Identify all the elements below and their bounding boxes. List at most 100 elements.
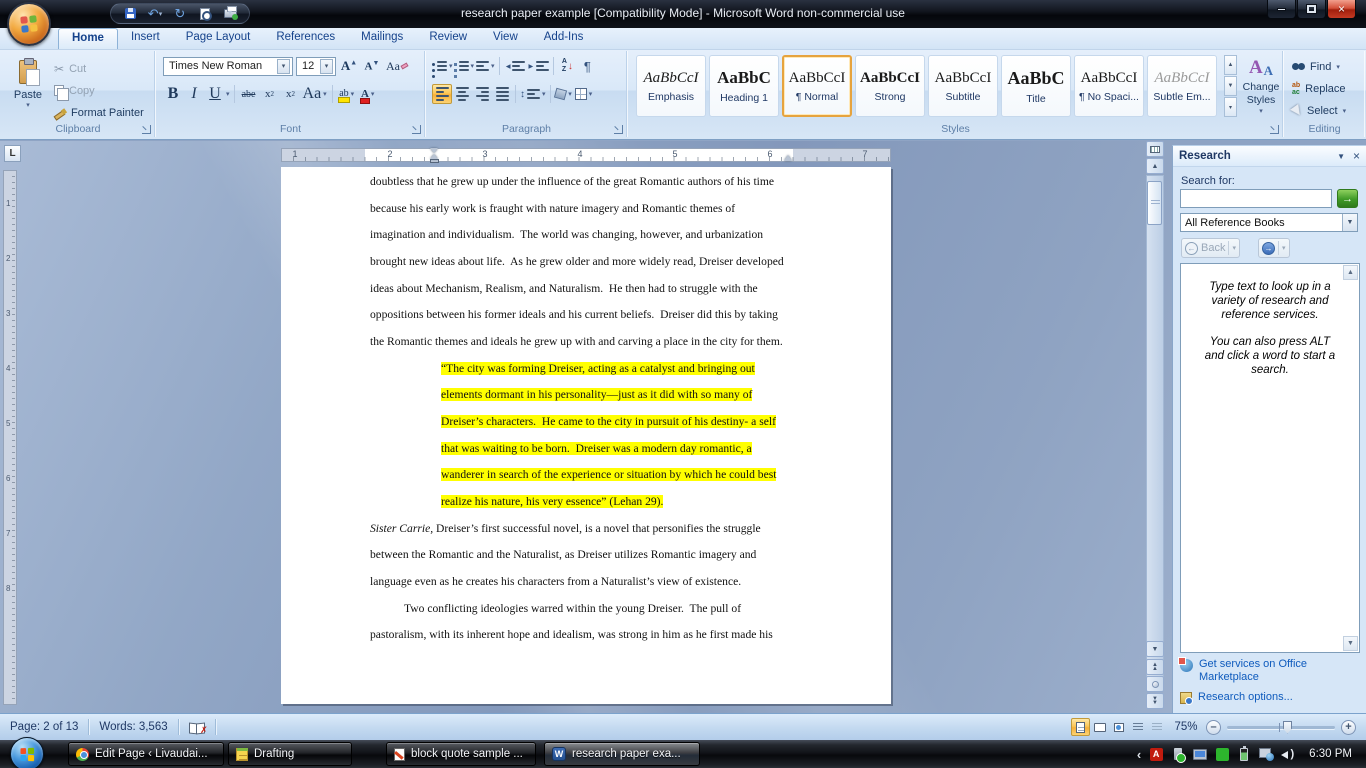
block-quote-line[interactable]: “The city was forming Dreiser, acting as… [441,356,870,383]
cut-button[interactable]: ✂ Cut [54,59,86,78]
tab-page-layout[interactable]: Page Layout [173,28,264,49]
style-subtle-emphasis[interactable]: AaBbCcI Subtle Em... [1147,55,1217,117]
taskbar-task-word[interactable]: W research paper exa... [544,742,700,766]
display-tray-icon[interactable] [1193,747,1208,761]
numbering-button[interactable]: ▾ [453,56,476,78]
tab-home[interactable]: Home [58,28,118,49]
horizontal-ruler[interactable]: 1 2 3 4 5 6 7 [281,148,891,164]
decrease-indent-button[interactable]: ▲ [503,56,527,76]
block-quote-line[interactable]: elements dormant in his personality—just… [441,382,870,409]
scrollbar-thumb[interactable] [1147,181,1162,225]
security-check-tray-icon[interactable] [1215,747,1229,761]
shrink-font-button[interactable]: A▼ [362,56,382,76]
marketplace-link[interactable]: Get services on Office Marketplace [1178,657,1362,684]
pane-menu-button[interactable]: ▼ [1337,152,1345,161]
forward-dropdown-icon[interactable]: ▾ [1277,241,1286,255]
multilevel-list-button[interactable]: ▾ [475,56,496,76]
block-quote-line[interactable]: realize his nature, his very essence” (L… [441,489,870,516]
pane-close-button[interactable]: × [1353,150,1360,162]
block-quote-line[interactable]: wanderer in search of the experience or … [441,462,870,489]
style-strong[interactable]: AaBbCcI Strong [855,55,925,117]
font-color-button[interactable]: A ▾ [358,84,378,104]
font-dialog-launcher[interactable] [412,125,421,134]
gallery-up-button[interactable]: ▲ [1224,55,1237,75]
text-line[interactable]: pastoralism, with its inherent hope and … [370,622,870,649]
text-line[interactable]: doubtless that he grew up under the infl… [370,169,870,196]
copy-button[interactable]: Copy [54,81,95,101]
scroll-up-button[interactable]: ▲ [1146,158,1164,174]
subscript-button[interactable]: x2 [260,84,280,104]
highlight-dropdown-icon[interactable]: ▾ [351,90,355,98]
previous-page-button[interactable]: ▲ ▲ [1146,659,1164,675]
block-quote-line[interactable]: that was waiting to be born. Dreiser was… [441,436,870,463]
acrobat-tray-icon[interactable]: A [1149,747,1163,761]
style-subtitle[interactable]: AaBbCcI Subtitle [928,55,998,117]
underline-button[interactable]: U [205,84,225,104]
gallery-down-button[interactable]: ▼ [1224,76,1237,96]
network-tray-icon[interactable] [1259,747,1275,761]
text-line[interactable]: ideas about Mechanism, Realism, and Natu… [370,276,870,303]
format-painter-button[interactable]: Format Painter [54,103,144,122]
results-scroll-up-button[interactable]: ▲ [1343,265,1358,280]
web-layout-view-button[interactable] [1109,718,1128,736]
text-line[interactable]: the Romantic themes and ideals he grew u… [370,329,870,356]
text-line[interactable]: Sister Carrie, Dreiser’s first successfu… [370,516,870,543]
taskbar-task-browser[interactable]: Edit Page ‹ Livaudai... [68,742,224,766]
font-family-dropdown-icon[interactable]: ▾ [277,58,290,74]
style-heading1[interactable]: AaBbC Heading 1 [709,55,779,117]
tab-stop-selector[interactable]: L [4,145,21,162]
indent-marker-left[interactable] [430,148,439,164]
line-spacing-button[interactable]: ↕ ▾ [519,84,547,104]
start-button[interactable] [10,737,44,768]
styles-dialog-launcher[interactable] [1270,125,1279,134]
close-button[interactable]: × [1327,0,1356,19]
minimize-button[interactable] [1267,0,1296,19]
outline-view-button[interactable] [1128,718,1147,736]
change-case-button[interactable]: Aa ▾ [302,84,328,104]
align-right-button[interactable] [472,84,492,104]
bullets-button[interactable]: ▾ [432,56,454,78]
draft-view-button[interactable] [1147,718,1166,736]
multilevel-dropdown-icon[interactable]: ▾ [491,62,495,70]
zoom-level[interactable]: 75% [1172,721,1200,733]
gallery-more-button[interactable]: ▾ [1224,97,1237,117]
tab-view[interactable]: View [480,28,531,49]
scroll-down-button[interactable]: ▼ [1146,641,1164,657]
paste-button[interactable]: Paste ▾ [7,55,49,119]
increase-indent-button[interactable]: ▲ [526,56,550,76]
text-line[interactable]: between the Romantic and the Naturalist,… [370,542,870,569]
justify-button[interactable] [492,84,512,104]
select-browse-object-button[interactable] [1146,676,1164,692]
text-line[interactable]: imagination and individualism. The world… [370,222,870,249]
bullets-dropdown-icon[interactable]: ▾ [449,62,453,70]
grow-font-button[interactable]: A▲ [339,56,359,76]
text-line[interactable]: oppositions between his former ideals an… [370,302,870,329]
zoom-slider-thumb[interactable] [1283,720,1292,734]
font-color-dropdown-icon[interactable]: ▾ [371,90,375,98]
borders-dropdown-icon[interactable]: ▾ [589,90,593,98]
document-page[interactable]: doubtless that he grew up under the infl… [281,167,891,704]
forward-button[interactable]: → ▾ [1257,238,1290,258]
text-line[interactable]: language even as he creates his characte… [370,569,870,596]
paragraph-dialog-launcher[interactable] [614,125,623,134]
tray-expand-button[interactable]: ‹ [1137,747,1141,762]
select-button[interactable]: Select ▾ [1290,101,1346,120]
font-size-combo[interactable]: 12 ▾ [296,56,336,76]
proofing-status-button[interactable]: ✗ [179,718,215,736]
source-dropdown-icon[interactable]: ▼ [1342,214,1357,231]
numbering-dropdown-icon[interactable]: ▾ [471,62,475,70]
change-case-dropdown-icon[interactable]: ▾ [323,90,327,98]
show-hide-pilcrow-button[interactable]: ¶ [577,56,597,76]
indent-marker-right[interactable] [784,155,792,161]
shading-dropdown-icon[interactable]: ▾ [568,90,572,98]
italic-button[interactable]: I [184,84,204,104]
view-ruler-toggle-button[interactable] [1146,141,1164,157]
clipboard-dialog-launcher[interactable] [142,125,151,134]
bold-button[interactable]: B [163,84,183,104]
maximize-button[interactable] [1297,0,1326,19]
battery-tray-icon[interactable] [1237,745,1251,761]
font-family-combo[interactable]: Times New Roman ▾ [163,56,293,76]
superscript-button[interactable]: x2 [281,84,301,104]
strikethrough-button[interactable]: abe [239,84,259,104]
style-no-spacing[interactable]: AaBbCcI ¶ No Spaci... [1074,55,1144,117]
